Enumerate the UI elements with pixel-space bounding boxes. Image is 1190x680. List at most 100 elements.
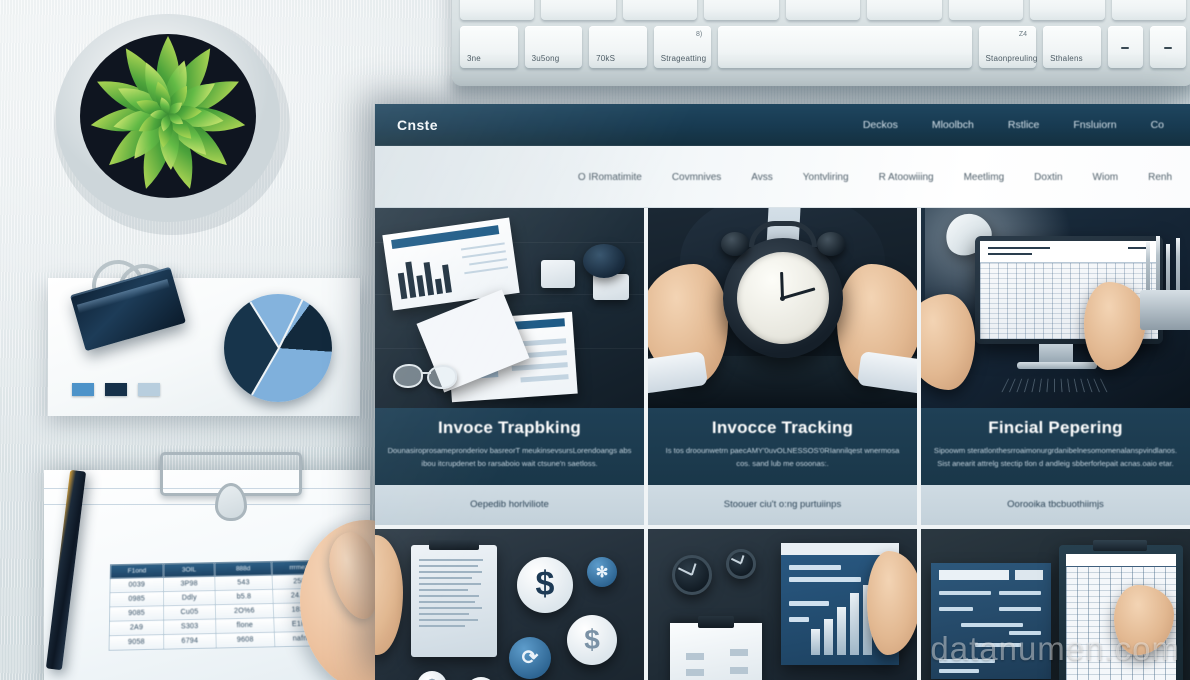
table-header-cell: 3OIL — [163, 562, 215, 578]
table-cell: S303 — [163, 618, 216, 635]
succulent-plant — [54, 14, 290, 235]
card-clocks-dashboard[interactable] — [648, 528, 917, 680]
table-cell: 9085 — [109, 605, 164, 622]
card-thumbnail-spreadsheet-clipboard — [921, 528, 1190, 680]
keyboard-key[interactable] — [704, 0, 779, 20]
key-label: Strageatting — [660, 54, 707, 63]
nav-item-4[interactable]: Fnsluiorn — [1073, 119, 1116, 131]
gear-coin-icon: ✻ — [587, 556, 617, 587]
wall-clock-icon — [672, 554, 712, 595]
card-invoice-tracking[interactable]: Invoce Trapbking Dounasiroprosamepronder… — [375, 208, 644, 525]
card-thumbnail-monitor-spreadsheet — [921, 208, 1190, 408]
dollar-coin-icon: $ — [567, 614, 617, 665]
card-clipboard-coins[interactable]: $ ✻ $ ⟳ $ — [375, 528, 644, 680]
card-spreadsheet-clipboard[interactable] — [921, 528, 1190, 680]
subnav-item-5[interactable]: R Atoowiiing — [879, 172, 934, 183]
keyboard-row-bottom[interactable]: 3ne 3u5ong 70kS 8) Strageatting Z4 Staon… — [460, 26, 1187, 68]
nav-item-3[interactable]: Rstlice — [1008, 119, 1040, 131]
secondary-navigation[interactable]: O IRomatimite Covmnives Avss Yontvliring… — [375, 146, 1190, 208]
pencil-cup-icon — [1138, 236, 1190, 330]
keyboard-key-strageatting[interactable]: 8) Strageatting — [653, 26, 712, 68]
card-footer-link[interactable]: Oepedib horlviliote — [470, 499, 549, 510]
keyboard-key[interactable] — [460, 0, 535, 20]
card-thumbnail-clock-in-hands — [648, 208, 917, 408]
wall-clock-icon — [726, 548, 756, 579]
hand-right-icon — [837, 264, 917, 395]
table-cell: 0985 — [109, 591, 164, 607]
table-cell: 2A9 — [109, 620, 164, 636]
table-cell: b5.8 — [214, 589, 274, 605]
subnav-item-6[interactable]: Meetlimg — [964, 172, 1005, 183]
app-brand-logo[interactable]: Cnste — [397, 117, 438, 133]
card-description: Dounasiroprosamepronderiov basreorT meuk… — [387, 446, 632, 469]
keyboard-key-arrow-right[interactable] — [1150, 26, 1187, 68]
card-footer-link[interactable]: Stoouer ciu't o:ng purtuiinps — [724, 499, 841, 510]
nav-item-1[interactable]: Deckos — [863, 119, 898, 131]
card-caption: Fincial Pepering Sipoowm steratlonthesrr… — [921, 408, 1190, 485]
subnav-item-1[interactable]: O IRomatimite — [578, 172, 642, 183]
pie-chart — [224, 294, 332, 402]
card-thumbnail-clocks-dashboard — [648, 528, 917, 680]
keyboard-key-1[interactable]: 3ne — [460, 26, 518, 68]
printed-table: F1ond 3OIL 888d rrrmez 0039 3P98 543 258… — [108, 560, 333, 680]
keyboard-key[interactable] — [948, 0, 1024, 20]
key-sup-label: 8) — [696, 31, 703, 38]
card-thumbnail-clipboard-coins: $ ✻ $ ⟳ $ — [375, 528, 644, 680]
keyboard-key-staonpreuling[interactable]: Z4 Staonpreuling — [978, 26, 1037, 68]
blank-coin-icon — [465, 676, 497, 680]
keyboard-key[interactable] — [1111, 0, 1186, 20]
card-invoice-tracking-2[interactable]: Invocce Tracking Is tos droounwetrn paec… — [648, 208, 917, 525]
keyboard-key[interactable] — [541, 0, 616, 20]
table-cell: 3P98 — [163, 576, 215, 592]
keyboard-key-arrow-left[interactable] — [1107, 26, 1144, 68]
keyboard[interactable]: 3ne 3u5ong 70kS 8) Strageatting Z4 Staon… — [452, 0, 1190, 86]
paper-clip — [160, 452, 302, 496]
table-header-cell: F1ond — [110, 563, 164, 579]
subnav-item-7[interactable]: Doxtin — [1034, 172, 1062, 183]
pie-chart-legend — [72, 383, 160, 396]
dollar-coin-icon: $ — [517, 556, 573, 613]
nav-item-5[interactable]: Co — [1151, 119, 1164, 131]
form-panel — [931, 562, 1051, 679]
legend-swatch-3 — [138, 383, 160, 396]
primary-navigation[interactable]: Deckos Mloolbch Rstlice Fnsluiorn Co — [863, 119, 1168, 131]
table-cell: 543 — [214, 575, 273, 591]
printed-table-element: F1ond 3OIL 888d rrrmez 0039 3P98 543 258… — [109, 560, 331, 651]
keyboard-spacebar[interactable] — [718, 26, 972, 68]
keyboard-key[interactable] — [867, 0, 942, 20]
table-cell: 0039 — [109, 577, 164, 593]
binder-clip — [68, 251, 190, 352]
keyboard-key[interactable] — [622, 0, 698, 20]
subnav-item-8[interactable]: Wiom — [1093, 172, 1119, 183]
keyboard-key-3[interactable]: 70kS — [589, 26, 647, 68]
card-footer[interactable]: Oepedib horlviliote — [375, 484, 644, 525]
browser-window[interactable]: Cnste Deckos Mloolbch Rstlice Fnsluiorn … — [375, 104, 1190, 680]
app-header: Cnste Deckos Mloolbch Rstlice Fnsluiorn … — [375, 104, 1190, 146]
clipboard-icon — [670, 615, 762, 680]
legend-swatch-2 — [105, 383, 127, 396]
keyboard-row-top[interactable] — [460, 0, 1186, 20]
subnav-item-2[interactable]: Covmnives — [672, 172, 721, 183]
key-sup-label: Z4 — [1018, 31, 1028, 38]
table-cell: Cu05 — [163, 604, 216, 621]
card-footer-link[interactable]: Oorooika tbcbuothiimjs — [1007, 499, 1104, 510]
keyboard-key[interactable] — [1030, 0, 1105, 20]
keyboard-key[interactable] — [785, 0, 861, 20]
card-caption: Invocce Tracking Is tos droounwetrn paec… — [648, 408, 917, 485]
subnav-item-4[interactable]: Yontvliring — [803, 172, 849, 183]
clipboard-icon — [411, 539, 497, 657]
key-label: 3u5ong — [531, 54, 560, 63]
key-label: Sthalens — [1050, 54, 1083, 63]
nav-item-2[interactable]: Mloolbch — [932, 119, 974, 131]
card-financial-reporting[interactable]: Fincial Pepering Sipoowm steratlonthesrr… — [921, 208, 1190, 525]
keyboard-key-2[interactable]: 3u5ong — [524, 26, 583, 68]
subnav-item-9[interactable]: Renh — [1148, 172, 1172, 183]
card-footer[interactable]: Stoouer ciu't o:ng purtuiinps — [648, 484, 917, 525]
keyboard-key-sthalens[interactable]: Sthalens — [1043, 26, 1101, 68]
table-cell: flone — [215, 617, 275, 634]
refresh-coin-icon: ⟳ — [509, 636, 551, 679]
key-label: 70kS — [596, 54, 616, 63]
card-footer[interactable]: Oorooika tbcbuothiimjs — [921, 484, 1190, 525]
subnav-item-3[interactable]: Avss — [751, 172, 773, 183]
card-thumbnail-desk-documents — [375, 208, 644, 408]
